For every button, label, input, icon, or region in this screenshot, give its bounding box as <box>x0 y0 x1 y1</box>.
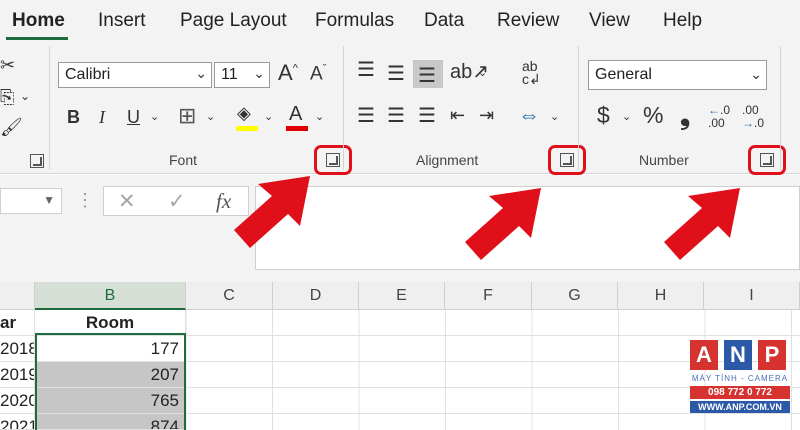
watermark-tagline: MÁY TÍNH - CAMERA <box>691 374 789 383</box>
watermark-phone: 098 772 0 772 <box>690 386 790 399</box>
annotation-arrows <box>234 176 740 260</box>
arrow-number-launcher <box>664 188 740 260</box>
arrow-alignment-launcher <box>465 188 541 260</box>
anp-watermark: A N P MÁY TÍNH - CAMERA 098 772 0 772 WW… <box>690 340 790 413</box>
watermark-letter: N <box>724 340 752 370</box>
arrow-font-launcher <box>234 176 310 248</box>
watermark-website: WWW.ANP.COM.VN <box>690 401 790 413</box>
watermark-letter: A <box>690 340 718 370</box>
watermark-letter: P <box>758 340 786 370</box>
